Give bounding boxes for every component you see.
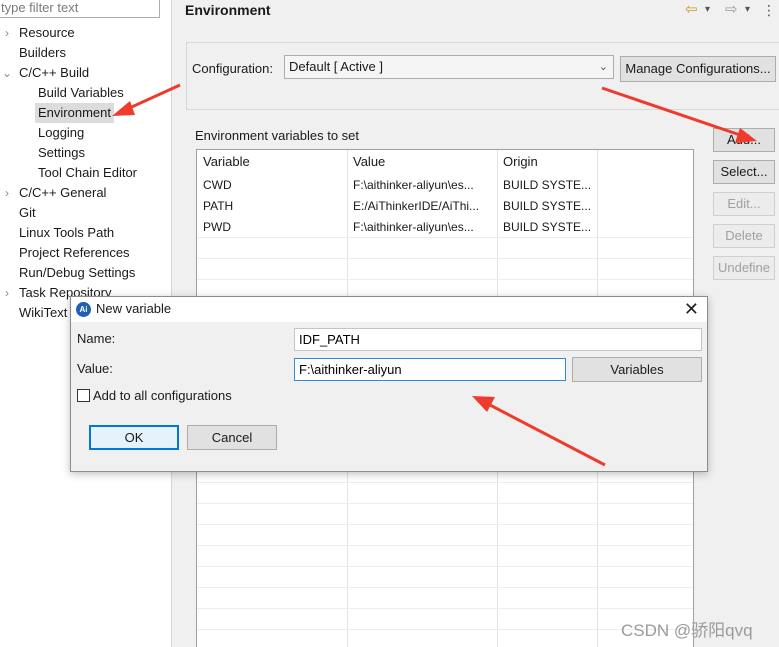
row-divider <box>197 545 693 546</box>
environment-variables-label: Environment variables to set <box>195 128 360 143</box>
row-divider <box>197 629 693 630</box>
tree-item-project-references[interactable]: Project References <box>0 243 170 263</box>
row-divider <box>197 482 693 483</box>
row-divider <box>197 237 693 238</box>
cell-value: F:\aithinker-aliyun\es... <box>353 220 474 234</box>
tree-item-resource[interactable]: › Resource <box>0 23 170 43</box>
back-dropdown-icon[interactable]: ▾ <box>705 1 710 19</box>
column-header-variable[interactable]: Variable <box>203 154 250 169</box>
name-input[interactable] <box>294 328 702 351</box>
row-divider <box>197 587 693 588</box>
tree-item-run-debug-settings[interactable]: Run/Debug Settings <box>0 263 170 283</box>
tree-item-label: C/C++ General <box>19 185 107 200</box>
tree-item-settings[interactable]: Settings <box>0 143 170 163</box>
tree-item-label: C/C++ Build <box>19 65 90 80</box>
tree-item-label: Git <box>19 205 36 220</box>
cancel-button[interactable]: Cancel <box>187 425 277 450</box>
tree-item-logging[interactable]: Logging <box>0 123 170 143</box>
select-button[interactable]: Select... <box>713 160 775 184</box>
row-divider <box>197 279 693 280</box>
column-header-value[interactable]: Value <box>353 154 385 169</box>
tree-item-label: Run/Debug Settings <box>19 265 136 280</box>
tree-item-label: Project References <box>19 245 130 260</box>
undefine-button[interactable]: Undefine <box>713 256 775 280</box>
delete-button[interactable]: Delete <box>713 224 775 248</box>
add-to-all-configurations-checkbox[interactable] <box>77 389 90 402</box>
tree-item-label: Resource <box>19 25 75 40</box>
cell-origin: BUILD SYSTE... <box>503 178 592 192</box>
forward-icon[interactable]: ⇨ <box>725 1 738 19</box>
expand-arrow-icon[interactable]: › <box>2 283 12 303</box>
cell-variable: CWD <box>203 178 232 192</box>
cell-variable: PWD <box>203 220 231 234</box>
tree-item-builders[interactable]: Builders <box>0 43 170 63</box>
expand-arrow-icon[interactable]: › <box>2 23 12 43</box>
tree-item-git[interactable]: Git <box>0 203 170 223</box>
expand-arrow-icon[interactable]: › <box>2 183 12 203</box>
row-divider <box>197 258 693 259</box>
view-menu-icon[interactable]: ⋮ <box>762 1 776 19</box>
add-button[interactable]: Add... <box>713 128 775 152</box>
ok-button[interactable]: OK <box>89 425 179 450</box>
value-input[interactable] <box>294 358 566 381</box>
tree-item-label: Logging <box>38 125 85 140</box>
page-title: Environment <box>185 2 271 18</box>
tree-item-linux-tools-path[interactable]: Linux Tools Path <box>0 223 170 243</box>
variables-button[interactable]: Variables <box>572 357 702 382</box>
app-logo-icon: Ai <box>76 302 91 317</box>
tree-item-label: Environment <box>35 103 114 123</box>
cell-origin: BUILD SYSTE... <box>503 199 592 213</box>
new-variable-dialog: Ai New variable ✕ Name: Value: Variables… <box>70 296 708 472</box>
tree-item-label: Tool Chain Editor <box>38 165 137 180</box>
close-icon[interactable]: ✕ <box>684 298 699 320</box>
cell-value: E:/AiThinkerIDE/AiThi... <box>353 199 480 213</box>
tree-item-environment[interactable]: Environment <box>0 103 170 123</box>
name-label: Name: <box>77 331 116 346</box>
row-divider <box>197 608 693 609</box>
manage-configurations-button[interactable]: Manage Configurations... <box>620 56 776 82</box>
cell-origin: BUILD SYSTE... <box>503 220 592 234</box>
tree-item-label: Build Variables <box>38 85 124 100</box>
edit-button[interactable]: Edit... <box>713 192 775 216</box>
watermark: CSDN @骄阳qvq <box>621 621 753 640</box>
row-divider <box>197 524 693 525</box>
tree-item-label: WikiText <box>19 305 68 320</box>
tree-item-label: Linux Tools Path <box>19 225 115 240</box>
dialog-title: New variable <box>96 301 172 316</box>
row-divider <box>197 503 693 504</box>
forward-dropdown-icon[interactable]: ▾ <box>745 1 750 19</box>
tree-item-tool-chain-editor[interactable]: Tool Chain Editor <box>0 163 170 183</box>
row-divider <box>197 566 693 567</box>
add-to-all-configurations-label[interactable]: Add to all configurations <box>93 388 232 403</box>
cell-variable: PATH <box>203 199 234 213</box>
chevron-down-icon: ⌄ <box>598 61 608 73</box>
column-header-origin[interactable]: Origin <box>503 154 538 169</box>
back-icon[interactable]: ⇦ <box>685 1 698 19</box>
configuration-selected-value: Default [ Active ] <box>289 59 383 74</box>
filter-input[interactable] <box>0 0 160 18</box>
tree-item-label: Settings <box>38 145 85 160</box>
tree-item-build-variables[interactable]: Build Variables <box>0 83 170 103</box>
value-label: Value: <box>77 361 113 376</box>
tree-item-label: Builders <box>19 45 66 60</box>
dialog-titlebar[interactable]: Ai New variable ✕ <box>71 297 707 322</box>
configuration-select[interactable]: Default [ Active ] ⌄ <box>284 55 614 79</box>
tree-item-cpp-build[interactable]: ⌄ C/C++ Build <box>0 63 170 83</box>
collapse-arrow-icon[interactable]: ⌄ <box>2 63 12 83</box>
configuration-label: Configuration: <box>192 61 273 76</box>
cell-value: F:\aithinker-aliyun\es... <box>353 178 474 192</box>
tree-item-cpp-general[interactable]: › C/C++ General <box>0 183 170 203</box>
